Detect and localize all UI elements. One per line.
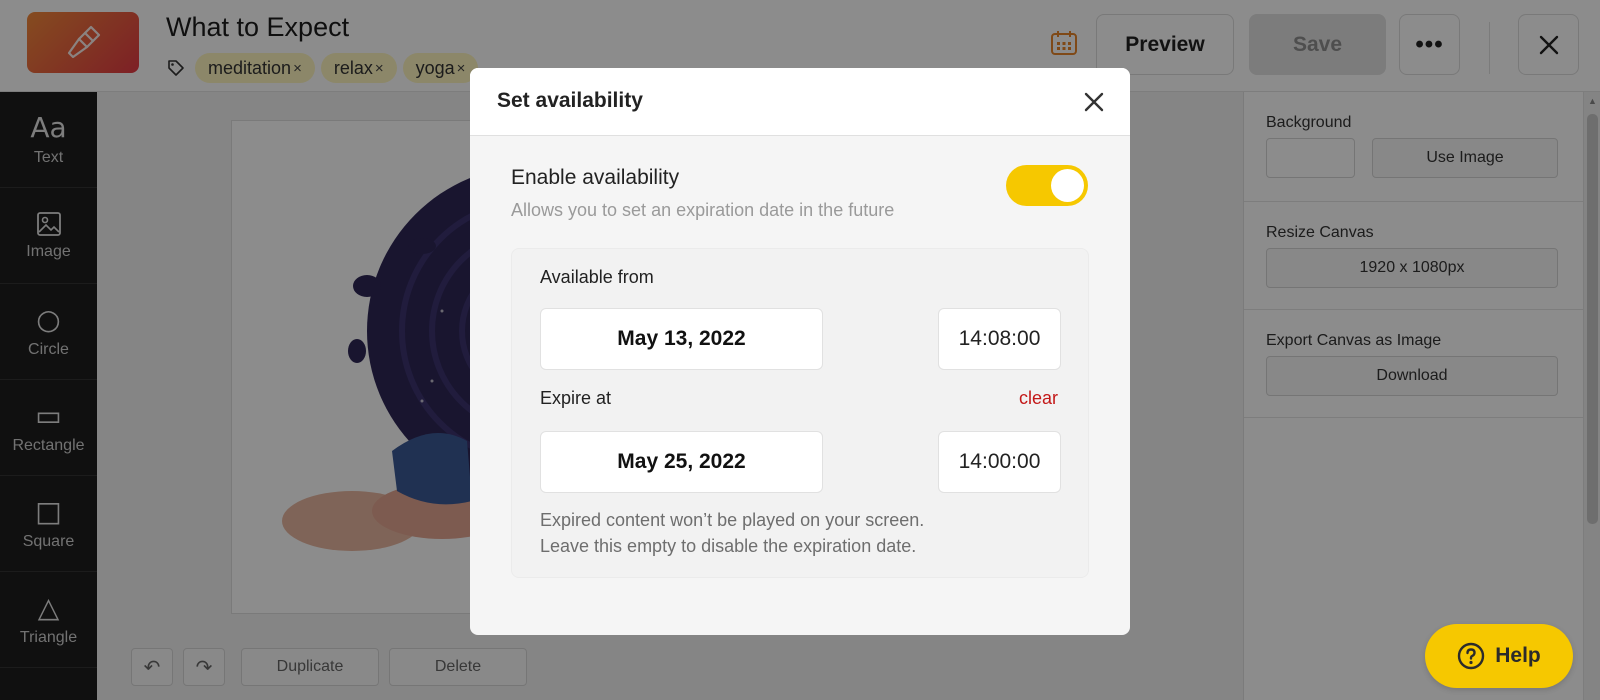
available-from-time-field[interactable]: 14:08:00 bbox=[938, 308, 1061, 370]
expire-time-field[interactable]: 14:00:00 bbox=[938, 431, 1061, 493]
dialog-title: Set availability bbox=[497, 89, 643, 112]
expire-at-label: Expire at bbox=[540, 388, 612, 408]
availability-dates-card: Available from May 13, 2022 14:08:00 Exp… bbox=[511, 248, 1089, 578]
expiration-note-line: Expired content won’t be played on your … bbox=[540, 510, 925, 530]
help-button[interactable]: Help bbox=[1425, 624, 1573, 688]
enable-availability-description: Allows you to set an expiration date in … bbox=[511, 200, 895, 220]
available-from-date-field[interactable]: May 13, 2022 bbox=[540, 308, 823, 370]
expiration-note-line: Leave this empty to disable the expirati… bbox=[540, 536, 917, 556]
set-availability-dialog: Set availability Enable availability All… bbox=[470, 68, 1130, 635]
available-from-label: Available from bbox=[540, 267, 654, 287]
help-icon bbox=[1458, 642, 1485, 670]
expire-date-field[interactable]: May 25, 2022 bbox=[540, 431, 823, 493]
toggle-knob bbox=[1051, 169, 1084, 202]
close-icon[interactable] bbox=[1082, 90, 1106, 114]
clear-expiration-link[interactable]: clear bbox=[1019, 388, 1058, 409]
dialog-header: Set availability bbox=[470, 68, 1130, 136]
enable-availability-toggle[interactable] bbox=[1006, 165, 1088, 206]
enable-availability-label: Enable availability bbox=[511, 166, 680, 189]
help-label: Help bbox=[1495, 644, 1541, 667]
